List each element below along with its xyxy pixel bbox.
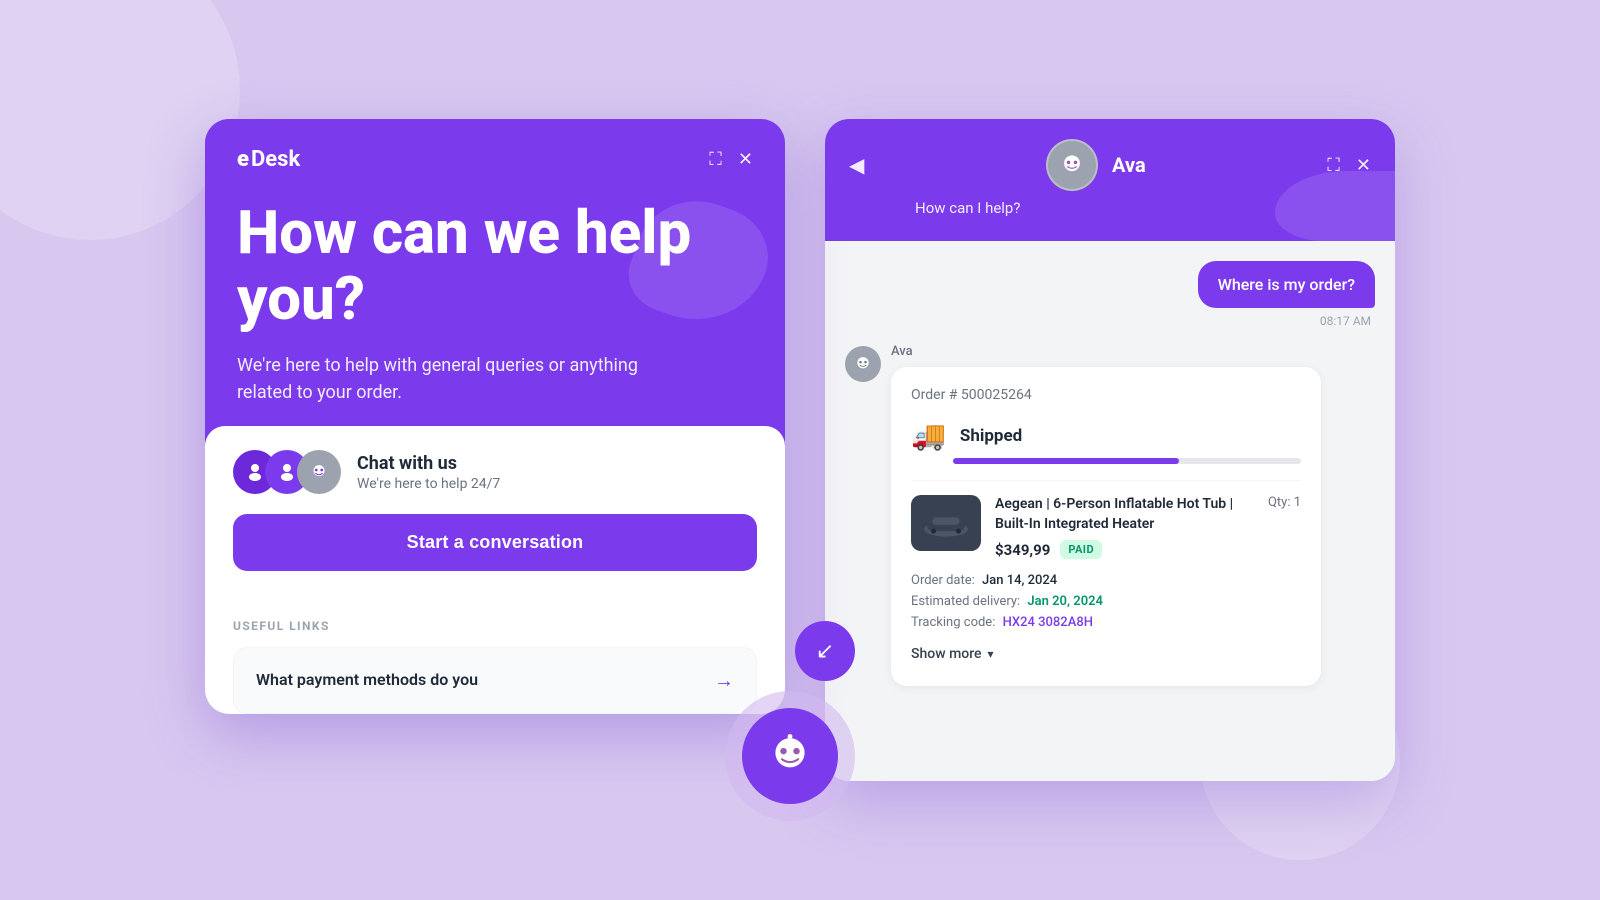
- back-button[interactable]: ◀: [849, 153, 864, 177]
- floating-bot-inner: [742, 708, 838, 804]
- hero-section: How can we help you? We're here to help …: [205, 172, 785, 426]
- link-card-arrow-icon: →: [714, 668, 734, 693]
- delivery-value: Jan 20, 2024: [1027, 594, 1103, 609]
- progress-bar-bg: [953, 458, 1301, 464]
- product-name-qty-row: Aegean | 6-Person Inflatable Hot Tub | B…: [995, 495, 1301, 534]
- message-timestamp: 08:17 AM: [845, 314, 1375, 328]
- useful-links-section: USEFUL LINKS What payment methods do you…: [205, 599, 785, 714]
- shipping-icon: 🚚: [911, 419, 946, 452]
- chat-option-title: Chat with us: [357, 453, 500, 474]
- start-conversation-button[interactable]: Start a conversation: [233, 514, 757, 571]
- user-message-row: Where is my order?: [845, 261, 1375, 308]
- order-date-label: Order date:: [911, 573, 975, 588]
- left-chat-panel: eDesk ⛶ ✕ How can we help you? We're her…: [205, 119, 785, 714]
- product-row: Aegean | 6-Person Inflatable Hot Tub | B…: [911, 495, 1301, 559]
- delivery-label: Estimated delivery:: [911, 594, 1020, 609]
- tracking-row: Tracking code: HX24 3082A8H: [911, 615, 1301, 630]
- chat-header: ◀ Ava ⛶ ✕ How: [825, 119, 1395, 241]
- show-more-row[interactable]: Show more ▾: [911, 646, 1301, 666]
- header-actions: ⛶ ✕: [709, 149, 753, 170]
- logo-e: e: [237, 147, 249, 172]
- tracking-code-link[interactable]: HX24 3082A8H: [1003, 615, 1093, 630]
- order-status-text: Shipped: [960, 426, 1022, 446]
- bot-sender-name: Ava: [891, 344, 1321, 359]
- agent-avatar: [1046, 139, 1098, 191]
- order-status-row: 🚚 Shipped: [911, 419, 1301, 452]
- close-icon[interactable]: ✕: [738, 149, 753, 170]
- show-more-label: Show more: [911, 646, 982, 662]
- product-image: [911, 495, 981, 551]
- arrow-icon: ↙: [816, 639, 834, 664]
- floating-bot: [725, 691, 855, 821]
- chat-option-subtitle: We're here to help 24/7: [357, 476, 500, 492]
- agent-name: Ava: [1112, 153, 1146, 177]
- order-meta: Order date: Jan 14, 2024 Estimated deliv…: [911, 573, 1301, 630]
- order-card: Order # 500025264 🚚 Shipped: [891, 367, 1321, 686]
- logo-desk: Desk: [251, 147, 300, 172]
- progress-bar-container: [953, 458, 1301, 464]
- bot-avatar-small: [845, 346, 881, 382]
- right-chat-panel: ◀ Ava ⛶ ✕ How: [825, 119, 1395, 781]
- link-card-payment[interactable]: What payment methods do you →: [233, 647, 757, 714]
- chat-option-text: Chat with us We're here to help 24/7: [357, 453, 500, 492]
- order-date-row: Order date: Jan 14, 2024: [911, 573, 1301, 588]
- chat-option-card: Chat with us We're here to help 24/7: [233, 450, 757, 494]
- product-details: Aegean | 6-Person Inflatable Hot Tub | B…: [995, 495, 1301, 559]
- arrow-badge: ↙: [795, 621, 855, 681]
- progress-bar-fill: [953, 458, 1179, 464]
- product-price-row: $349,99 PAID: [995, 540, 1301, 559]
- paid-badge: PAID: [1060, 540, 1102, 559]
- product-qty: Qty: 1: [1268, 495, 1301, 510]
- chat-body: Where is my order? 08:17 AM Ava Order: [825, 241, 1395, 781]
- order-number: Order # 500025264: [911, 387, 1301, 403]
- delivery-row: Estimated delivery: Jan 20, 2024: [911, 594, 1301, 609]
- order-divider: [911, 480, 1301, 481]
- chat-option-section: Chat with us We're here to help 24/7 Sta…: [205, 426, 785, 599]
- tracking-label: Tracking code:: [911, 615, 995, 630]
- bot-message-row: Ava Order # 500025264 🚚 Shipped: [845, 344, 1375, 686]
- edesk-logo: eDesk: [237, 147, 300, 172]
- product-price: $349,99: [995, 541, 1050, 559]
- show-more-chevron-icon: ▾: [988, 647, 994, 661]
- link-card-text: What payment methods do you: [256, 670, 478, 691]
- avatar-bot: [297, 450, 341, 494]
- chat-header-top: ◀ Ava ⛶ ✕: [849, 139, 1371, 191]
- avatar-group: [233, 450, 341, 494]
- hero-subtitle: We're here to help with general queries …: [237, 352, 697, 406]
- order-date-value: Jan 14, 2024: [982, 573, 1057, 588]
- floating-bot-outer: [725, 691, 855, 821]
- product-name: Aegean | 6-Person Inflatable Hot Tub | B…: [995, 495, 1260, 534]
- expand-icon[interactable]: ⛶: [709, 149, 722, 170]
- useful-links-label: USEFUL LINKS: [233, 619, 757, 633]
- bot-message-content: Ava Order # 500025264 🚚 Shipped: [891, 344, 1321, 686]
- agent-info: Ava: [1046, 139, 1146, 191]
- user-bubble: Where is my order?: [1198, 261, 1375, 308]
